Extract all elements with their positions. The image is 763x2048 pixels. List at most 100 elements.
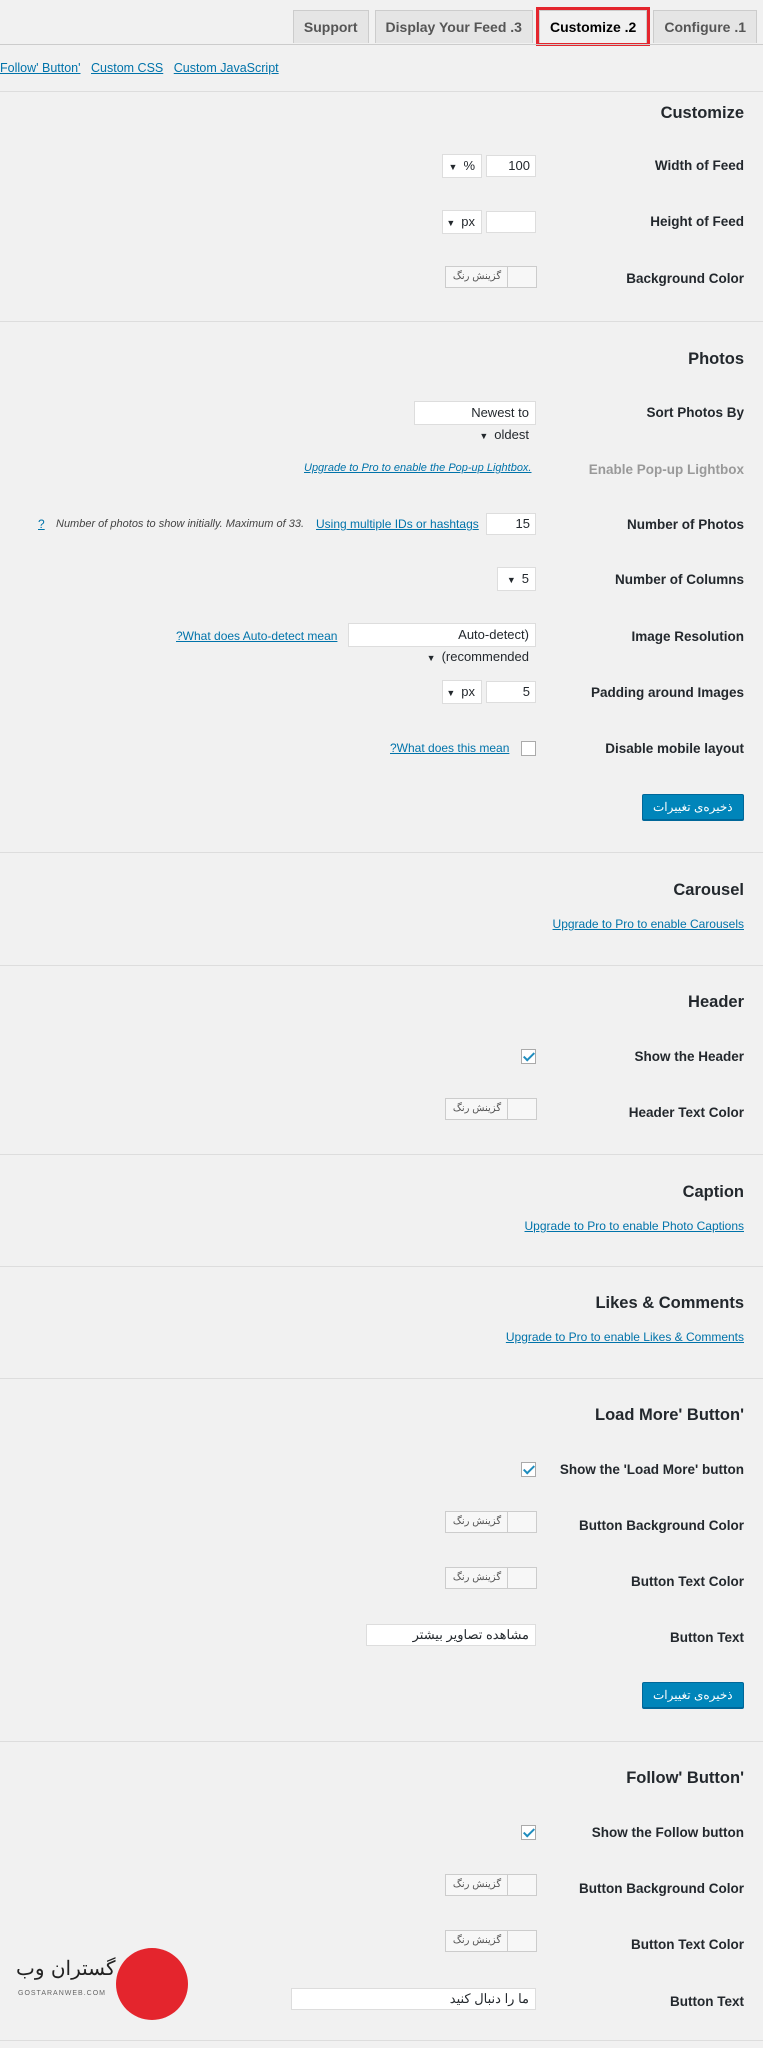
- upgrade-captions-link[interactable]: Upgrade to Pro to enable Photo Captions: [525, 1219, 744, 1233]
- label-follow-text-color: Button Text Color: [631, 1937, 744, 1952]
- height-input[interactable]: [486, 211, 536, 233]
- sort-photos-select[interactable]: Newest to oldest▼: [414, 401, 536, 442]
- label-show-load-more: Show the 'Load More' button: [559, 1462, 744, 1477]
- section-title-customize: Customize: [660, 104, 744, 122]
- load-more-text-color-picker[interactable]: گزینش رنگ: [445, 1567, 537, 1589]
- logo-domain: GOSTARANWEB.COM: [18, 1990, 106, 1997]
- divider: [0, 1154, 763, 1155]
- color-swatch: [507, 1512, 536, 1532]
- section-title-photos: Photos: [688, 350, 744, 368]
- section-title-carousel: Carousel: [673, 881, 744, 899]
- number-of-photos-note: Number of photos to show initially. Maxi…: [56, 518, 305, 530]
- label-load-more-button-text: Button Text: [670, 1630, 744, 1645]
- color-picker-label: گزینش رنگ: [452, 1572, 502, 1583]
- follow-text-color-picker[interactable]: گزینش رنگ: [445, 1930, 537, 1952]
- chevron-down-icon: ▼: [426, 653, 436, 663]
- disable-mobile-checkbox[interactable]: [521, 741, 536, 756]
- tab-customize[interactable]: Customize .2: [535, 7, 651, 46]
- follow-text-input[interactable]: ما را دنبال کنید: [291, 1988, 536, 2010]
- label-disable-mobile-layout: Disable mobile layout: [605, 741, 744, 756]
- tab-support[interactable]: Support: [292, 10, 369, 43]
- show-header-checkbox[interactable]: [521, 1049, 536, 1064]
- label-number-of-photos: Number of Photos: [627, 517, 744, 532]
- label-follow-button-text: Button Text: [670, 1994, 744, 2009]
- save-changes-button[interactable]: ذخیره‌ی تغییرات: [642, 794, 744, 820]
- label-image-resolution: Image Resolution: [631, 629, 744, 644]
- tab-configure[interactable]: Configure .1: [653, 10, 757, 43]
- height-unit-select[interactable]: px ▼: [442, 210, 482, 234]
- background-color-picker[interactable]: گزینش رنگ: [445, 266, 537, 288]
- padding-input[interactable]: 5: [486, 681, 536, 703]
- label-width-of-feed: Width of Feed: [654, 158, 744, 173]
- divider: [0, 321, 763, 322]
- chevron-down-icon: ▼: [446, 688, 456, 698]
- label-show-follow: Show the Follow button: [591, 1825, 744, 1840]
- number-of-photos-input[interactable]: 15: [486, 513, 536, 535]
- save-changes-button[interactable]: ذخیره‌ی تغییرات: [642, 1682, 744, 1708]
- show-load-more-checkbox[interactable]: [521, 1462, 536, 1477]
- logo-text: گستران وب: [16, 1956, 116, 1980]
- help-link[interactable]: ?: [38, 517, 45, 531]
- label-height-of-feed: Height of Feed: [650, 214, 744, 229]
- color-swatch: [507, 1875, 536, 1895]
- divider: [0, 965, 763, 966]
- number-of-columns-select[interactable]: 5▼: [497, 567, 536, 591]
- padding-unit-value: px: [461, 684, 475, 699]
- label-background-color: Background Color: [626, 271, 744, 286]
- multiple-ids-link[interactable]: Using multiple IDs or hashtags: [316, 517, 479, 531]
- width-unit-select[interactable]: %▼: [442, 154, 482, 178]
- divider: [0, 1378, 763, 1379]
- label-show-header: Show the Header: [634, 1049, 744, 1064]
- quicklink-custom-css[interactable]: Custom CSS: [91, 61, 163, 75]
- tab-display-feed[interactable]: Display Your Feed .3: [374, 10, 533, 43]
- divider: [0, 1266, 763, 1267]
- padding-unit-select[interactable]: px ▼: [442, 680, 482, 704]
- label-number-of-columns: Number of Columns: [614, 572, 744, 587]
- section-title-likes-comments: Likes & Comments: [595, 1294, 744, 1312]
- divider: [0, 852, 763, 853]
- divider: [0, 91, 763, 92]
- color-picker-label: گزینش رنگ: [452, 1879, 502, 1890]
- color-swatch: [507, 267, 536, 287]
- header-text-color-picker[interactable]: گزینش رنگ: [445, 1098, 537, 1120]
- quicklink-follow-button[interactable]: Follow' Button': [0, 61, 81, 75]
- color-picker-label: گزینش رنگ: [452, 1516, 502, 1527]
- color-swatch: [507, 1931, 536, 1951]
- follow-bg-color-picker[interactable]: گزینش رنگ: [445, 1874, 537, 1896]
- show-follow-checkbox[interactable]: [521, 1825, 536, 1840]
- label-load-more-text-color: Button Text Color: [631, 1574, 744, 1589]
- label-follow-bg-color: Button Background Color: [579, 1881, 744, 1896]
- label-padding-around-images: Padding around Images: [590, 685, 744, 700]
- load-more-bg-color-picker[interactable]: گزینش رنگ: [445, 1511, 537, 1533]
- quick-links: Follow' Button' Custom CSS Custom JavaSc…: [0, 61, 286, 75]
- color-picker-label: گزینش رنگ: [452, 271, 502, 282]
- section-title-load-more: Load More' Button': [595, 1406, 744, 1424]
- auto-detect-help-link[interactable]: ?What does Auto-detect mean: [176, 629, 337, 643]
- label-sort-photos-by: Sort Photos By: [646, 405, 744, 420]
- chevron-down-icon: ▼: [479, 431, 489, 441]
- gostaranweb-logo: گستران وب GOSTARANWEB.COM: [16, 1940, 188, 2030]
- label-enable-lightbox: Enable Pop-up Lightbox: [588, 462, 744, 477]
- label-load-more-bg-color: Button Background Color: [579, 1518, 744, 1533]
- color-swatch: [507, 1568, 536, 1588]
- divider: [0, 2040, 763, 2041]
- mobile-help-link[interactable]: ?What does this mean: [390, 741, 509, 755]
- divider: [0, 1741, 763, 1742]
- upgrade-carousels-link[interactable]: Upgrade to Pro to enable Carousels: [553, 917, 744, 931]
- upgrade-likes-link[interactable]: Upgrade to Pro to enable Likes & Comment…: [506, 1330, 744, 1344]
- label-header-text-color: Header Text Color: [628, 1105, 744, 1120]
- chevron-down-icon: ▼: [446, 218, 456, 228]
- color-swatch: [507, 1099, 536, 1119]
- nav-tabs: Configure .1 Customize .2 Display Your F…: [292, 7, 763, 46]
- chevron-down-icon: ▼: [506, 575, 516, 585]
- load-more-text-input[interactable]: مشاهده تصاویر بیشتر: [366, 1624, 536, 1646]
- section-title-header: Header: [688, 993, 744, 1011]
- upgrade-lightbox-link[interactable]: Upgrade to Pro to enable the Pop-up Ligh…: [304, 462, 532, 474]
- image-resolution-select[interactable]: (Auto-detect (recommended ▼: [348, 623, 536, 664]
- width-unit-value: %: [463, 158, 475, 173]
- color-picker-label: گزینش رنگ: [452, 1935, 502, 1946]
- width-input[interactable]: 100: [486, 155, 536, 177]
- number-of-columns-value: 5: [521, 571, 529, 586]
- quicklink-custom-js[interactable]: Custom JavaScript: [174, 61, 279, 75]
- logo-mark-icon: [116, 1948, 188, 2020]
